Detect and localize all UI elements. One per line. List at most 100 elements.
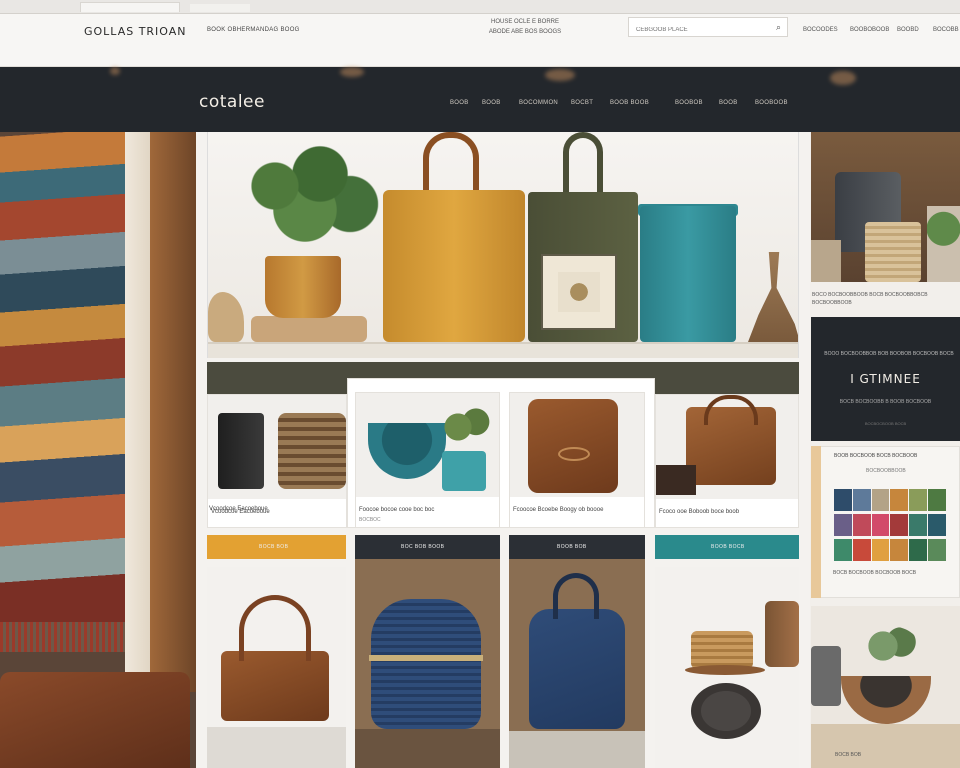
swatch-row-2 <box>834 514 947 536</box>
swatch-row-3 <box>834 539 947 561</box>
header-promo-line1: HOUSE OCLE E BORRE <box>490 19 559 25</box>
product-title[interactable]: Fcoco ooe Boboob boce boob <box>659 509 739 515</box>
bag-logo-patch <box>558 447 590 461</box>
potted-plant <box>230 138 380 258</box>
product-card[interactable]: Foocoe bocoe cooe boc boc BOCBOC <box>355 392 500 528</box>
browser-tab-inactive[interactable] <box>190 4 250 12</box>
search-input[interactable] <box>629 21 769 39</box>
knit-blue-bag <box>371 599 481 729</box>
category-bar-teal[interactable]: BOOB BOCB <box>655 535 799 559</box>
main-nav <box>0 67 960 132</box>
handbag-handle <box>704 395 758 425</box>
category-bar-label: BOCB BOB <box>259 544 289 550</box>
bokeh-light <box>340 67 364 77</box>
nav-link-3[interactable]: BOCOMMON <box>519 100 558 106</box>
header-promo-line2: ABODE ABE BOS BOOGS <box>488 29 562 35</box>
scarf-fringe <box>0 622 130 652</box>
teal-pot <box>442 451 486 491</box>
category-bar-dark[interactable]: BOC BOB BOOB <box>355 535 500 559</box>
nav-link-4[interactable]: BOCBT <box>571 100 593 106</box>
product-card[interactable] <box>355 559 500 768</box>
browser-tab-strip <box>0 0 960 14</box>
wooden-vase <box>765 601 799 667</box>
woven-jar <box>865 222 921 282</box>
product-card[interactable] <box>207 567 346 768</box>
promo-kicker: BOOO BOCBOOBBOB BOB BOOBOB BOCBOOB BOCB <box>824 351 954 357</box>
product-card[interactable] <box>509 559 645 768</box>
nav-link-7[interactable]: BOOB <box>719 100 738 106</box>
dark-vase <box>811 646 841 706</box>
black-canister <box>218 413 264 489</box>
header-link-1[interactable]: BOCOODES <box>803 27 838 33</box>
header-link-3[interactable]: BOOBD <box>897 27 919 33</box>
header-promo: HOUSE OCLE E BORRE ABODE ABE BOS BOOGS <box>470 17 580 37</box>
wooden-bowl <box>841 676 931 724</box>
backpack-handle <box>553 573 599 619</box>
teal-tin <box>640 206 736 342</box>
product-image <box>208 395 346 499</box>
header-link-4[interactable]: BOCOBB <box>933 27 959 33</box>
stone-block <box>811 240 841 282</box>
tote-handle <box>239 595 311 661</box>
zipper <box>369 655 483 661</box>
promo-title[interactable]: I GTIMNEE <box>811 372 960 386</box>
bokeh-light <box>830 71 856 85</box>
swatch-footer: BOCB BOCBOOB BOCBOOB BOCB <box>833 570 917 576</box>
air-plant <box>859 626 919 666</box>
brown-tote-bag <box>221 651 329 721</box>
brand-wordmark[interactable]: GOLLAS TRIOAN <box>84 25 187 38</box>
product-card[interactable]: Fcoocoe Bcoebe Boogy ob boooe <box>509 392 645 528</box>
product-title[interactable]: Fcoocoe Bcoebe Boogy ob boooe <box>513 507 603 513</box>
navy-backpack <box>529 609 625 729</box>
dark-wallet <box>656 465 696 495</box>
shelf <box>208 342 798 358</box>
nav-link-8[interactable]: BOOBOOB <box>755 100 788 106</box>
category-bar-dark[interactable]: BOOB BOB <box>509 535 645 559</box>
woven-box <box>691 631 753 669</box>
header-tagline: BOOK OBHERMANDAG BOOG <box>207 27 300 33</box>
product-card[interactable] <box>655 567 799 768</box>
brown-coat <box>150 132 196 692</box>
brown-crossbody-bag <box>528 399 618 493</box>
swatch-subheading: BOCBOOBBOOB <box>866 468 906 474</box>
product-title-1[interactable]: Vcoodcoe Eacoeboue <box>209 506 268 512</box>
product-card[interactable]: Fcoco ooe Boboob boce boob <box>655 394 799 528</box>
search-box: ⌕ <box>628 17 788 39</box>
bokeh-light <box>110 67 120 75</box>
search-icon[interactable]: ⌕ <box>776 22 781 33</box>
promo-subtitle: BOCB BOCBOOBB B BOOB BOCBOOB <box>839 399 932 405</box>
wooden-deer-figure <box>748 252 798 342</box>
panel-accent-strip <box>811 446 821 598</box>
plant-pot <box>265 256 341 318</box>
product-image <box>510 393 644 497</box>
swatch-heading: BOOB BOCBOOB BOCB BOCBOOB <box>834 453 918 459</box>
sidebar-decor-image[interactable] <box>811 606 960 768</box>
sidebar-bottom-caption: BOCB BOB <box>835 752 862 758</box>
wooden-table <box>355 729 500 768</box>
category-bar-label: BOC BOB BOOB <box>401 544 445 550</box>
category-bar-label: BOOB BOCB <box>711 544 745 550</box>
wood-tray <box>685 665 765 675</box>
stone-bowl <box>691 683 761 739</box>
sidebar-kitchen-image[interactable] <box>811 132 960 282</box>
header-link-2[interactable]: BOOBOBOOB <box>850 27 889 33</box>
driftwood <box>208 292 244 342</box>
swatch-row-1 <box>834 489 947 511</box>
product-title[interactable]: Foocoe bocoe cooe boc boc <box>359 507 434 513</box>
nav-link-1[interactable]: BOOB <box>450 100 469 106</box>
mustard-tote-bag <box>383 190 525 342</box>
nav-link-6[interactable]: BOOBOB <box>675 100 703 106</box>
small-plant <box>434 401 494 453</box>
bokeh-light <box>545 69 575 81</box>
category-bar-mustard[interactable]: BOCB BOB <box>207 535 346 559</box>
browser-tab[interactable] <box>80 2 180 12</box>
hero-shelf-image[interactable] <box>207 132 799 358</box>
product-image <box>356 393 499 497</box>
herb-plant <box>927 206 960 282</box>
tabletop <box>811 724 960 768</box>
nav-link-2[interactable]: BOOB <box>482 100 501 106</box>
display-stand <box>509 731 645 768</box>
site-logo[interactable]: cotalee <box>199 92 265 112</box>
nav-link-5[interactable]: BOOB BOOB <box>610 100 649 106</box>
left-lifestyle-image <box>0 132 196 768</box>
